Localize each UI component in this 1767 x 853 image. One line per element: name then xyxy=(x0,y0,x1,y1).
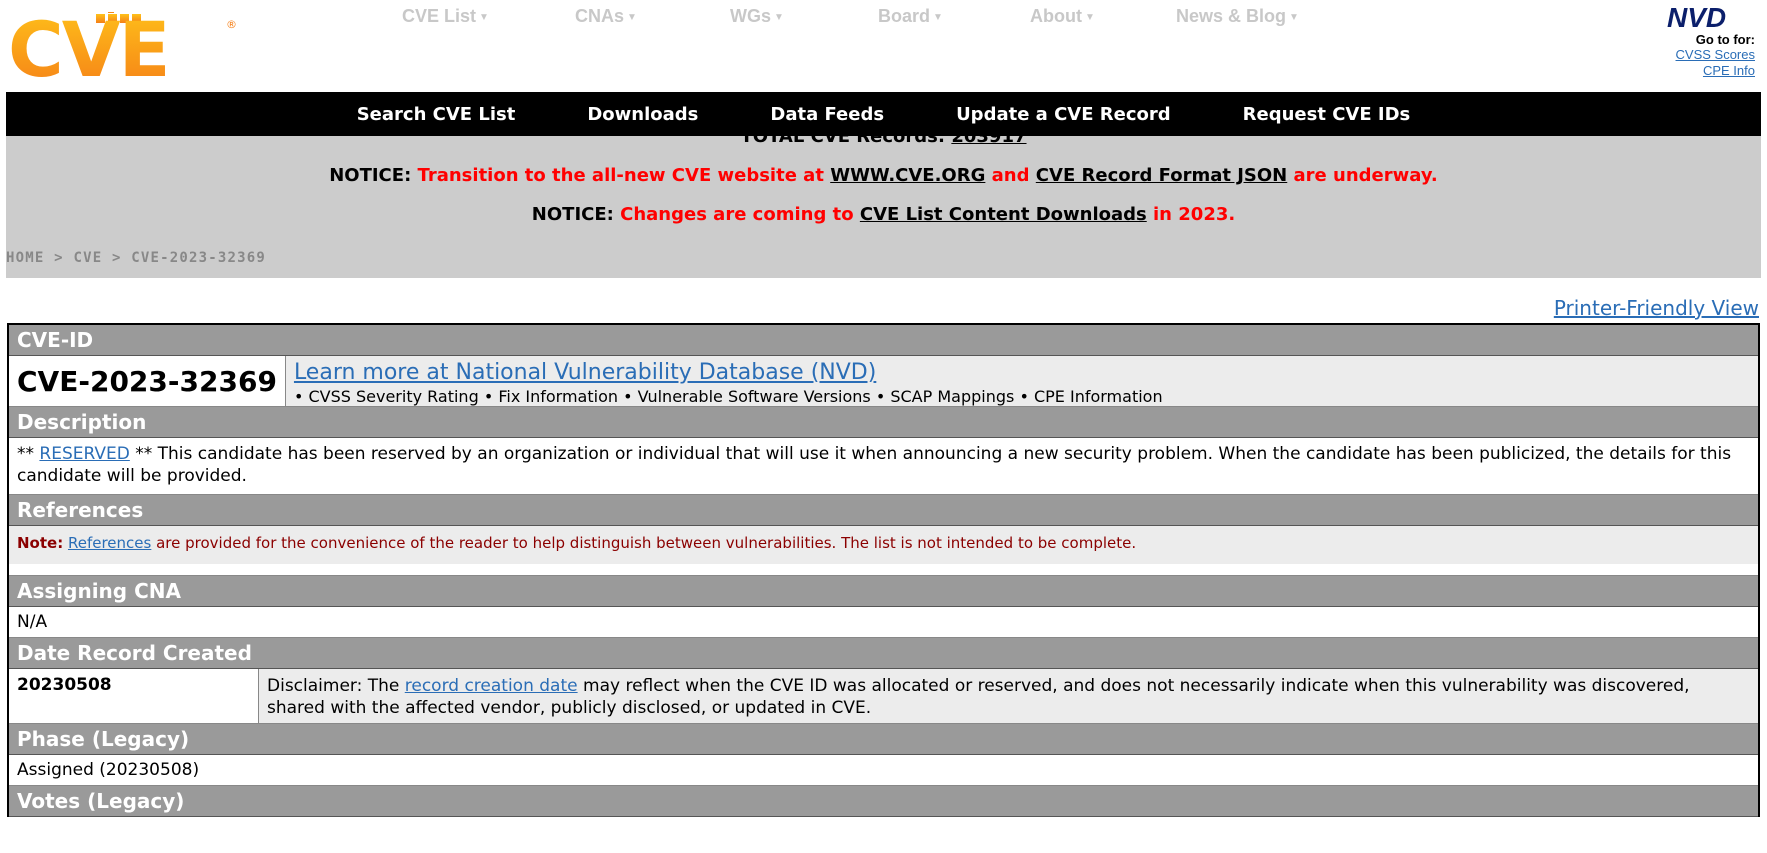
phase-row: Assigned (20230508) xyxy=(9,755,1758,786)
cpe-info-link[interactable]: CPE Info xyxy=(1635,63,1755,79)
cve-id-header: CVE-ID xyxy=(9,325,1758,356)
total-records-link[interactable]: 203917 xyxy=(951,126,1026,147)
caret-down-icon: ▼ xyxy=(774,12,784,23)
cvss-scores-link[interactable]: CVSS Scores xyxy=(1635,47,1755,63)
nvd-logo[interactable]: NVD xyxy=(1667,4,1755,30)
topnav-cnas[interactable]: CNAs ▼ xyxy=(575,6,637,27)
topnav-wgs[interactable]: WGs ▼ xyxy=(730,6,784,27)
cve-record-table: CVE-ID CVE-2023-32369 Learn more at Nati… xyxy=(7,323,1760,817)
svg-text:NVD: NVD xyxy=(1667,4,1726,30)
notice-transition: NOTICE: Transition to the all-new CVE we… xyxy=(329,165,1438,186)
record-creation-date-link[interactable]: record creation date xyxy=(405,676,578,696)
breadcrumb-current: CVE-2023-32369 xyxy=(131,250,267,266)
nvd-features: • CVSS Severity Rating • Fix Information… xyxy=(293,387,1163,406)
references-row: Note: References are provided for the co… xyxy=(9,526,1758,564)
cve-id-row: CVE-2023-32369 Learn more at National Vu… xyxy=(9,356,1758,407)
references-link[interactable]: References xyxy=(68,534,151,552)
goto-label: Go to for: xyxy=(1695,32,1755,47)
phase-header: Phase (Legacy) xyxy=(9,724,1758,755)
caret-down-icon: ▼ xyxy=(933,12,943,23)
nav-data-feeds[interactable]: Data Feeds xyxy=(770,104,884,125)
description-text: ** RESERVED ** This candidate has been r… xyxy=(17,444,1732,486)
date-created-row: 20230508 Disclaimer: The record creation… xyxy=(9,669,1758,724)
votes-header: Votes (Legacy) xyxy=(9,786,1758,817)
topnav-board[interactable]: Board ▼ xyxy=(878,6,943,27)
date-created-header: Date Record Created xyxy=(9,638,1758,669)
assigning-cna-value: N/A xyxy=(17,612,48,632)
total-records-text: TOTAL CVE Records: 203917 xyxy=(740,126,1027,147)
breadcrumb-home[interactable]: HOME xyxy=(6,250,45,266)
topnav-about[interactable]: About ▼ xyxy=(1030,6,1095,27)
reserved-link[interactable]: RESERVED xyxy=(39,444,129,464)
caret-down-icon: ▼ xyxy=(627,12,637,23)
nav-update-cve-record[interactable]: Update a CVE Record xyxy=(956,104,1171,125)
content-downloads-link[interactable]: CVE List Content Downloads xyxy=(860,204,1147,225)
nav-downloads[interactable]: Downloads xyxy=(587,104,698,125)
json-format-link[interactable]: CVE Record Format JSON xyxy=(1036,165,1287,186)
assigning-cna-header: Assigning CNA xyxy=(9,576,1758,607)
date-disclaimer: Disclaimer: The record creation date may… xyxy=(259,669,1758,723)
topnav-cve-list[interactable]: CVE List ▼ xyxy=(402,6,489,27)
caret-down-icon: ▼ xyxy=(479,12,489,23)
references-note: Note: References are provided for the co… xyxy=(9,526,1758,564)
caret-down-icon: ▼ xyxy=(1084,12,1095,23)
date-created-value: 20230508 xyxy=(9,669,259,723)
site-header: CVE ® CVE List ▼ CNAs ▼ WGs ▼ Board ▼ About ▼… xyxy=(0,0,1767,92)
nav-search-cve-list[interactable]: Search CVE List xyxy=(357,104,516,125)
printer-friendly-link[interactable]: Printer-Friendly View xyxy=(1554,296,1759,320)
breadcrumb-cve[interactable]: CVE xyxy=(73,250,102,266)
caret-down-icon: ▼ xyxy=(1289,12,1299,23)
assigning-cna-row: N/A xyxy=(9,607,1758,638)
nvd-box: NVD Go to for: CVSS Scores CPE Info xyxy=(1635,4,1755,79)
nvd-learn-more-link[interactable]: Learn more at National Vulnerability Dat… xyxy=(294,360,876,385)
description-header: Description xyxy=(9,407,1758,438)
breadcrumb: HOME > CVE > CVE-2023-32369 xyxy=(6,250,267,266)
description-row: ** RESERVED ** This candidate has been r… xyxy=(9,438,1758,495)
top-navigation: CVE List ▼ CNAs ▼ WGs ▼ Board ▼ About ▼ News … xyxy=(0,6,1767,30)
topnav-news-blog[interactable]: News & Blog ▼ xyxy=(1176,6,1299,27)
nav-request-cve-ids[interactable]: Request CVE IDs xyxy=(1243,104,1411,125)
phase-value: Assigned (20230508) xyxy=(17,760,200,780)
cve-org-link[interactable]: WWW.CVE.ORG xyxy=(830,165,985,186)
notice-downloads: NOTICE: Changes are coming to CVE List C… xyxy=(531,204,1236,225)
nvd-info-cell: Learn more at National Vulnerability Dat… xyxy=(285,356,1758,406)
cve-id: CVE-2023-32369 xyxy=(9,356,286,406)
references-header: References xyxy=(9,495,1758,526)
